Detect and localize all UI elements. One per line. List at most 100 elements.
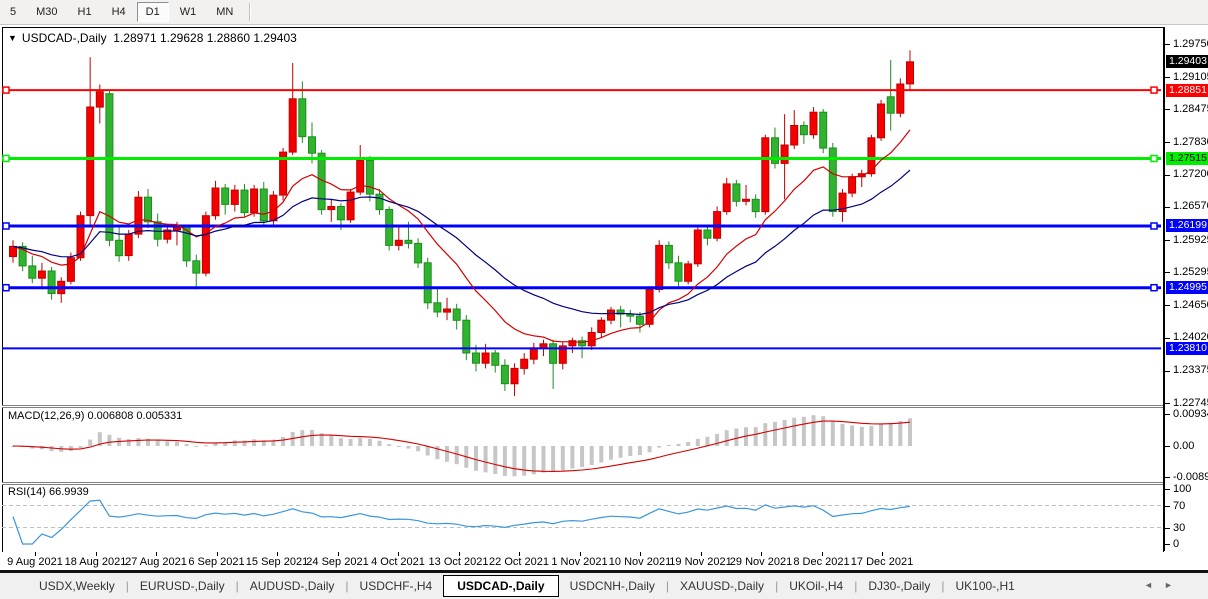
price-axis[interactable]: 1.297501.291051.284751.278301.272001.265… xyxy=(1163,27,1208,551)
timeframe-button-W1[interactable]: W1 xyxy=(171,2,206,22)
macd-histogram-bar xyxy=(300,430,304,446)
timeframe-button-H1[interactable]: H1 xyxy=(69,2,101,22)
level-handle xyxy=(3,223,9,229)
macd-histogram-bar xyxy=(638,446,642,455)
rsi-panel[interactable] xyxy=(0,486,1163,550)
macd-histogram-bar xyxy=(725,430,729,446)
macd-histogram-bar xyxy=(484,446,488,472)
price-badge: 1.23810 xyxy=(1166,342,1208,355)
date-axis[interactable]: 9 Aug 202118 Aug 202127 Aug 20216 Sep 20… xyxy=(0,552,1208,570)
tab-uk100-h1[interactable]: UK100-,H1 xyxy=(944,575,1025,597)
macd-histogram-bar xyxy=(329,436,333,447)
axis-tick xyxy=(1165,175,1170,176)
macd-axis-label: -0.008902 xyxy=(1173,471,1208,483)
candle xyxy=(685,264,692,281)
macd-histogram-bar xyxy=(841,424,845,446)
macd-histogram-bar xyxy=(503,446,507,476)
date-label: 27 Aug 2021 xyxy=(125,556,187,568)
price-axis-label: 1.24650 xyxy=(1173,299,1208,311)
candle xyxy=(473,353,480,363)
macd-histogram-bar xyxy=(339,438,343,446)
timeframe-button-5[interactable]: 5 xyxy=(1,2,25,22)
macd-histogram-bar xyxy=(194,446,198,447)
tab-scroll-right-icon[interactable]: ► xyxy=(1164,580,1173,590)
axis-tick xyxy=(1165,207,1170,208)
mt4-window: 5M30H1H4D1W1MN ▼USDCAD-,Daily 1.28971 1.… xyxy=(0,0,1208,599)
macd-histogram-bar xyxy=(734,429,738,447)
macd-histogram-bar xyxy=(532,446,536,474)
date-label: 15 Sep 2021 xyxy=(246,556,308,568)
rsi-axis-label: 70 xyxy=(1173,500,1185,512)
timeframe-button-D1[interactable]: D1 xyxy=(137,2,169,22)
candle xyxy=(820,112,827,148)
tab-eurusd-daily[interactable]: EURUSD-,Daily xyxy=(129,575,236,597)
macd-histogram-bar xyxy=(156,440,160,446)
candle xyxy=(260,189,267,221)
candle xyxy=(887,97,894,113)
macd-histogram-bar xyxy=(416,446,420,451)
level-handle xyxy=(3,156,9,162)
macd-histogram-bar xyxy=(869,426,873,446)
macd-histogram-bar xyxy=(522,446,526,476)
candle xyxy=(135,197,142,234)
macd-axis-label: 0.00 xyxy=(1173,440,1194,452)
price-badge: 1.29403 xyxy=(1166,55,1208,68)
candle xyxy=(299,99,306,137)
macd-axis-label: 0.009345 xyxy=(1173,408,1208,420)
macd-histogram-bar xyxy=(590,446,594,465)
macd-histogram-bar xyxy=(69,446,73,451)
tab-scroll-left-icon[interactable]: ◄ xyxy=(1144,580,1153,590)
macd-histogram-bar xyxy=(831,421,835,446)
candle xyxy=(482,353,489,363)
macd-histogram-bar xyxy=(773,422,777,446)
candle xyxy=(501,365,508,383)
date-label: 10 Nov 2021 xyxy=(609,556,671,568)
candle xyxy=(550,344,557,364)
candle xyxy=(800,126,807,135)
candle xyxy=(791,126,798,146)
macd-histogram-bar xyxy=(455,446,459,464)
candle xyxy=(492,353,499,365)
tab-dj30-daily[interactable]: DJ30-,Daily xyxy=(857,575,941,597)
candle xyxy=(530,348,537,359)
candle xyxy=(125,234,132,256)
macd-histogram-bar xyxy=(860,427,864,446)
macd-histogram-bar xyxy=(310,430,314,446)
candle xyxy=(251,189,258,213)
candle xyxy=(762,138,769,212)
tab-usdcad-daily[interactable]: USDCAD-,Daily xyxy=(443,575,558,597)
tab-usdcnh-daily[interactable]: USDCNH-,Daily xyxy=(559,575,666,597)
price-chart-panel[interactable] xyxy=(0,28,1163,405)
macd-histogram-bar xyxy=(609,446,613,460)
timeframe-button-MN[interactable]: MN xyxy=(207,2,242,22)
candle xyxy=(511,368,518,383)
candle xyxy=(810,112,817,135)
candle xyxy=(289,99,296,152)
candle xyxy=(376,194,383,209)
timeframe-button-M30[interactable]: M30 xyxy=(27,2,66,22)
axis-tick xyxy=(1165,305,1170,306)
candle xyxy=(48,271,55,294)
candle xyxy=(116,240,123,255)
axis-tick xyxy=(1165,109,1170,110)
tab-usdx-weekly[interactable]: USDX,Weekly xyxy=(28,575,126,597)
price-axis-label: 1.26570 xyxy=(1173,200,1208,212)
candle xyxy=(309,137,316,153)
macd-histogram-bar xyxy=(88,440,92,446)
price-axis-label: 1.25925 xyxy=(1173,234,1208,246)
macd-histogram-bar xyxy=(426,446,430,456)
candle xyxy=(193,261,200,273)
axis-tick xyxy=(1165,44,1170,45)
tab-ukoil-h4[interactable]: UKOil-,H4 xyxy=(778,575,854,597)
price-axis-label: 1.29105 xyxy=(1173,71,1208,83)
level-handle xyxy=(1151,156,1157,162)
macd-histogram-bar xyxy=(570,446,574,469)
macd-panel[interactable] xyxy=(0,408,1163,481)
date-label: 19 Nov 2021 xyxy=(669,556,731,568)
level-handle xyxy=(1151,223,1157,229)
tab-xauusd-daily[interactable]: XAUUSD-,Daily xyxy=(669,575,775,597)
tab-audusd-daily[interactable]: AUDUSD-,Daily xyxy=(239,575,346,597)
timeframe-button-H4[interactable]: H4 xyxy=(103,2,135,22)
tab-usdchf-h4[interactable]: USDCHF-,H4 xyxy=(349,575,444,597)
date-label: 1 Nov 2021 xyxy=(551,556,607,568)
